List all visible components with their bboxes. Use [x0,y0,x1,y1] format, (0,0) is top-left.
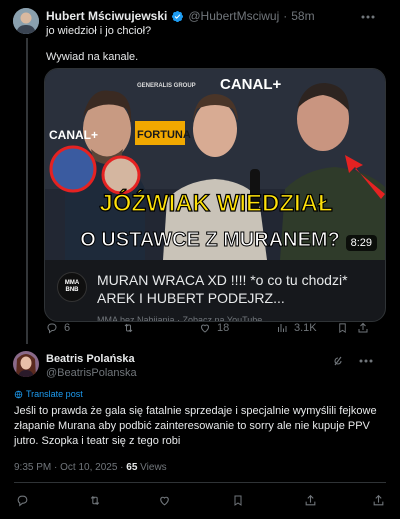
views-count: 3.1K [294,322,317,334]
main-more-share-button[interactable] [372,494,385,507]
author-handle[interactable]: @HubertMsciwuj [188,9,279,23]
video-thumbnail[interactable]: FORTUNA CANAL+ CANAL+ GENERALIS GROUP JÓ… [45,69,385,260]
repost-button[interactable] [122,322,141,334]
post-views-label: Views [137,462,167,473]
reply-count: 6 [64,322,71,334]
globe-icon [14,390,23,398]
main-like-button[interactable] [158,494,171,507]
main-repost-button[interactable] [88,494,102,507]
main-bookmark-button[interactable] [232,494,244,507]
post-timestamp[interactable]: 9:35 PM · Oct 10, 2025 · [14,462,126,473]
brand-canal-left: CANAL+ [49,128,98,142]
overlay-line2: O USTAWCE Z MURANEM? [80,229,340,251]
avatar-beatris[interactable] [13,351,39,377]
video-card[interactable]: FORTUNA CANAL+ CANAL+ GENERALIS GROUP JÓ… [44,68,386,322]
brand-generalis: GENERALIS GROUP [137,83,196,89]
main-reply-button[interactable] [16,494,29,507]
views-button[interactable]: 3.1K [276,322,317,334]
video-card-source: MMA bez Nabijania · Zobacz na YouTube [97,315,263,322]
like-button[interactable]: 18 [199,322,229,334]
grok-icon[interactable] [332,355,344,367]
thread-line [26,38,28,344]
post-meta: 9:35 PM · Oct 10, 2025 · 65 Views [14,462,167,473]
brand-fortuna: FORTUNA [137,129,191,141]
post-views-count: 65 [126,462,138,473]
brand-canal-top: CANAL+ [220,76,281,93]
avatar-hubert[interactable] [13,8,39,34]
more-options-icon[interactable] [360,10,376,24]
video-duration: 8:29 [345,235,377,251]
main-more-options-icon[interactable] [358,354,374,368]
main-author-name[interactable]: Beatris Polańska [46,353,135,365]
author-name[interactable]: Hubert Mściwujewski [46,9,167,23]
reply-button[interactable]: 6 [46,322,70,334]
main-author-handle[interactable]: @BeatrisPolanska [46,367,137,379]
video-card-title[interactable]: MURAN WRACA XD !!!! *o co tu chodzi* ARE… [97,271,379,307]
divider [14,482,386,483]
overlay-line1: JÓŹWIAK WIEDZIAŁ [99,189,332,217]
main-post-text: Jeśli to prawda że gala się fatalnie spr… [14,405,377,447]
quoted-text-line1: jo wiedzioł i jo chcioł? [46,25,152,37]
channel-logo: MMA BNB [57,272,87,302]
translate-post-link[interactable]: Translate post [14,389,83,399]
post-time[interactable]: 58m [291,9,314,23]
quoted-text-line2: Wywiad na kanale. [46,51,139,63]
like-count: 18 [217,322,230,334]
main-share-button[interactable] [304,494,317,507]
verified-badge-icon [171,10,184,23]
share-icon[interactable] [357,322,369,334]
bookmark-icon[interactable] [337,322,348,334]
